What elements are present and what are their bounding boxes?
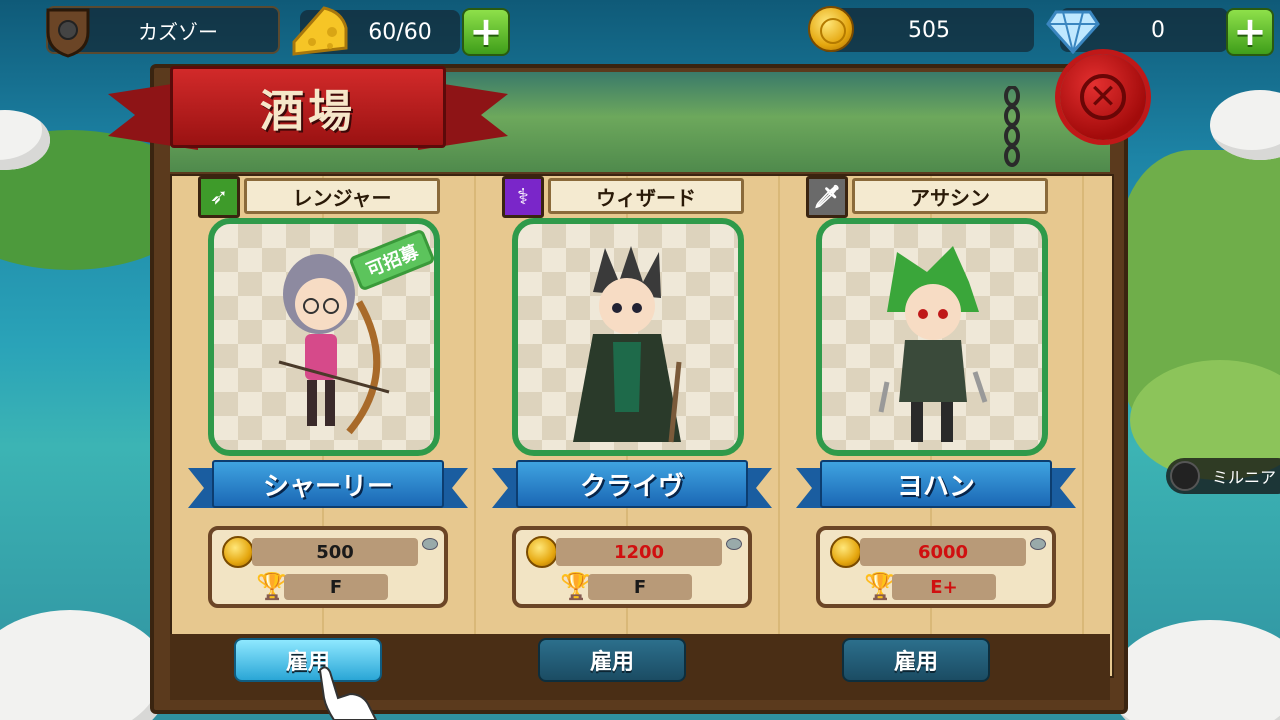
hire-price: 6000 bbox=[860, 538, 1026, 566]
close-icon: ✕ bbox=[1080, 74, 1126, 120]
hero-portrait: 可招募 bbox=[208, 218, 440, 456]
wizard-character bbox=[573, 246, 682, 443]
coin-icon bbox=[526, 536, 558, 568]
location-label: ミルニア bbox=[1212, 468, 1277, 487]
cheese-icon bbox=[292, 6, 348, 56]
name-ribbon: シャーリー bbox=[188, 460, 468, 514]
hero-card[interactable]: ⚕ ウィザード クライヴ 1200 🏆 F bbox=[492, 176, 772, 616]
hire-button[interactable]: 雇用 bbox=[538, 638, 686, 682]
gold-value: 505 bbox=[908, 17, 950, 43]
name-ribbon: クライヴ bbox=[492, 460, 772, 514]
add-stamina-button[interactable]: + bbox=[462, 8, 510, 56]
class-bar: 🗡 アサシン bbox=[806, 176, 1052, 218]
name-ribbon: ヨハン bbox=[796, 460, 1076, 514]
hero-stats: 6000 🏆 E+ bbox=[816, 526, 1056, 608]
hero-rank: E+ bbox=[892, 574, 996, 600]
pointer-hand-icon bbox=[318, 666, 378, 720]
hero-stats: 1200 🏆 F bbox=[512, 526, 752, 608]
gem-value: 0 bbox=[1151, 17, 1165, 43]
hire-button[interactable]: 雇用 bbox=[842, 638, 990, 682]
add-gems-button[interactable]: + bbox=[1226, 8, 1274, 56]
hire-price: 1200 bbox=[556, 538, 722, 566]
class-label: アサシン bbox=[852, 178, 1048, 214]
bolt-icon bbox=[1030, 538, 1046, 550]
hire-price: 500 bbox=[252, 538, 418, 566]
coin-icon bbox=[830, 536, 862, 568]
bolt-icon bbox=[422, 538, 438, 550]
arrow-icon: ➶ bbox=[198, 176, 240, 218]
cloud bbox=[0, 610, 170, 720]
hero-rank: F bbox=[284, 574, 388, 600]
hero-card[interactable]: 🗡 アサシン ヨハン 6000 🏆 E+ bbox=[796, 176, 1076, 616]
class-bar: ➶ レンジャー bbox=[198, 176, 444, 218]
hero-portrait bbox=[816, 218, 1048, 456]
ribbon-body: 酒場 bbox=[170, 66, 446, 148]
class-label: レンジャー bbox=[244, 178, 440, 214]
shield-icon bbox=[46, 8, 90, 58]
bolt-icon bbox=[726, 538, 742, 550]
location-pin-icon bbox=[1170, 461, 1200, 491]
hero-card[interactable]: ➶ レンジャー 可招募 シャーリー 500 🏆 F bbox=[188, 176, 468, 616]
player-name: カズゾー bbox=[138, 19, 218, 44]
plus-icon: + bbox=[1233, 9, 1267, 55]
assassin-character bbox=[878, 246, 988, 442]
hero-rank: F bbox=[588, 574, 692, 600]
chain-icon bbox=[1004, 86, 1020, 167]
dagger-icon: 🗡 bbox=[806, 176, 848, 218]
hero-name: ヨハン bbox=[820, 460, 1052, 508]
page-title: 酒場 bbox=[260, 86, 356, 137]
diamond-icon bbox=[1046, 10, 1100, 54]
cloud bbox=[1110, 620, 1280, 720]
hero-name: クライヴ bbox=[516, 460, 748, 508]
staff-icon: ⚕ bbox=[502, 176, 544, 218]
stamina-value: 60/60 bbox=[368, 19, 432, 45]
top-status-bar: カズゾー 60/60 + 505 0 + bbox=[0, 0, 1280, 64]
class-label: ウィザード bbox=[548, 178, 744, 214]
plus-icon: + bbox=[469, 9, 503, 55]
close-button[interactable]: ✕ bbox=[1060, 54, 1146, 140]
hero-name: シャーリー bbox=[212, 460, 444, 508]
hero-portrait bbox=[512, 218, 744, 456]
coin-icon bbox=[808, 6, 854, 52]
location-marker[interactable]: ミルニア bbox=[1166, 458, 1280, 494]
class-bar: ⚕ ウィザード bbox=[502, 176, 748, 218]
coin-icon bbox=[222, 536, 254, 568]
title-ribbon: 酒場 bbox=[108, 60, 508, 164]
hero-stats: 500 🏆 F bbox=[208, 526, 448, 608]
